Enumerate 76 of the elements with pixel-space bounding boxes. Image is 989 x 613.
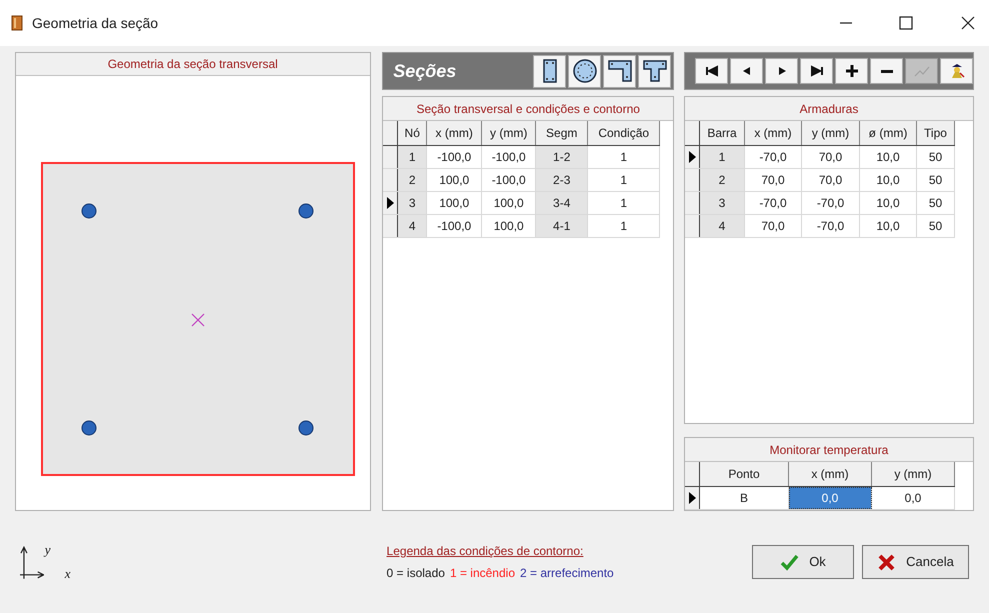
table-cell[interactable]: 3 <box>700 192 745 214</box>
table-title: Monitorar temperatura <box>685 438 973 462</box>
first-button[interactable] <box>695 58 728 84</box>
window-title: Geometria da seção <box>32 14 158 33</box>
table-cell[interactable]: 0,0 <box>789 487 872 509</box>
remove-button[interactable] <box>870 58 903 84</box>
column-header: Nó <box>398 121 428 145</box>
l-section-icon <box>606 58 633 84</box>
app-icon <box>10 15 24 31</box>
current-row-icon <box>386 197 394 209</box>
legend-item: 2 = arrefecimento <box>520 565 614 582</box>
legend-item: 1 = incêndio <box>450 565 515 582</box>
column-header: Condição <box>588 121 660 145</box>
row-indicator[interactable] <box>383 215 398 237</box>
cross-icon <box>877 552 896 572</box>
column-header: x (mm) <box>427 121 482 145</box>
last-icon <box>808 63 824 79</box>
column-header: Barra <box>700 121 745 145</box>
table-cell[interactable]: 3 <box>398 192 428 214</box>
table-cell[interactable]: 1-2 <box>536 146 588 168</box>
check-icon <box>780 552 800 572</box>
next-button[interactable] <box>765 58 798 84</box>
table-title: Armaduras <box>685 97 973 121</box>
row-indicator[interactable] <box>383 192 398 214</box>
shape-button[interactable] <box>533 54 566 88</box>
column-header: y (mm) <box>482 121 536 145</box>
t-section-icon <box>642 58 668 84</box>
table-cell[interactable]: 2 <box>398 169 428 191</box>
current-row-icon <box>688 492 696 504</box>
table-cell[interactable]: 1 <box>398 146 428 168</box>
column-header: x (mm) <box>745 121 802 145</box>
column-header: x (mm) <box>789 462 872 486</box>
row-indicator[interactable] <box>685 487 700 509</box>
table-cell[interactable]: 4 <box>398 215 428 237</box>
shape-button[interactable] <box>568 54 602 88</box>
table-cell[interactable]: 2 <box>700 169 745 191</box>
row-indicator[interactable] <box>685 146 700 168</box>
table-cell[interactable]: 3-4 <box>536 192 588 214</box>
row-indicator[interactable] <box>383 169 398 191</box>
figure-button[interactable] <box>940 58 973 84</box>
column-header: Tipo <box>917 121 955 145</box>
column-header: Segm <box>536 121 588 145</box>
current-row-icon <box>688 151 696 163</box>
column-header: y (mm) <box>802 121 860 145</box>
row-indicator[interactable] <box>383 146 398 168</box>
column-header: Ponto <box>700 462 789 486</box>
add-button[interactable] <box>835 58 868 84</box>
column-header: y (mm) <box>872 462 955 486</box>
row-indicator[interactable] <box>685 169 700 191</box>
first-icon <box>704 63 720 79</box>
axis-label: y <box>44 543 52 557</box>
row-indicator[interactable] <box>685 215 700 237</box>
table-cell[interactable]: 1 <box>700 146 745 168</box>
table-title: Seção transversal e condições e contorno <box>383 97 674 121</box>
column-header: ø (mm) <box>860 121 917 145</box>
legend-title: Legenda das condições de contorno: <box>386 543 584 560</box>
close-icon[interactable] <box>961 16 975 30</box>
row-indicator[interactable] <box>685 192 700 214</box>
shape-button[interactable] <box>603 54 636 88</box>
circle-section-icon <box>572 58 598 84</box>
ok-button[interactable]: Ok <box>752 545 854 579</box>
remove-icon <box>880 70 892 72</box>
axis-label: x <box>64 567 70 581</box>
table-cell[interactable]: 4-1 <box>536 215 588 237</box>
add-icon <box>844 63 860 79</box>
table-cell[interactable]: 2-3 <box>536 169 588 191</box>
last-button[interactable] <box>800 58 833 84</box>
maximize-icon[interactable] <box>899 16 913 30</box>
previous-button[interactable] <box>730 58 763 84</box>
shape-button[interactable] <box>638 54 672 88</box>
cancel-button[interactable]: Cancela <box>862 545 969 579</box>
table-cell[interactable]: 4 <box>700 215 745 237</box>
axis-drawing <box>20 545 44 579</box>
panel-title: Geometria da seção transversal <box>16 53 370 76</box>
legend-item: 0 = isolado <box>386 565 445 582</box>
toolbar-title: Seções <box>392 60 458 83</box>
